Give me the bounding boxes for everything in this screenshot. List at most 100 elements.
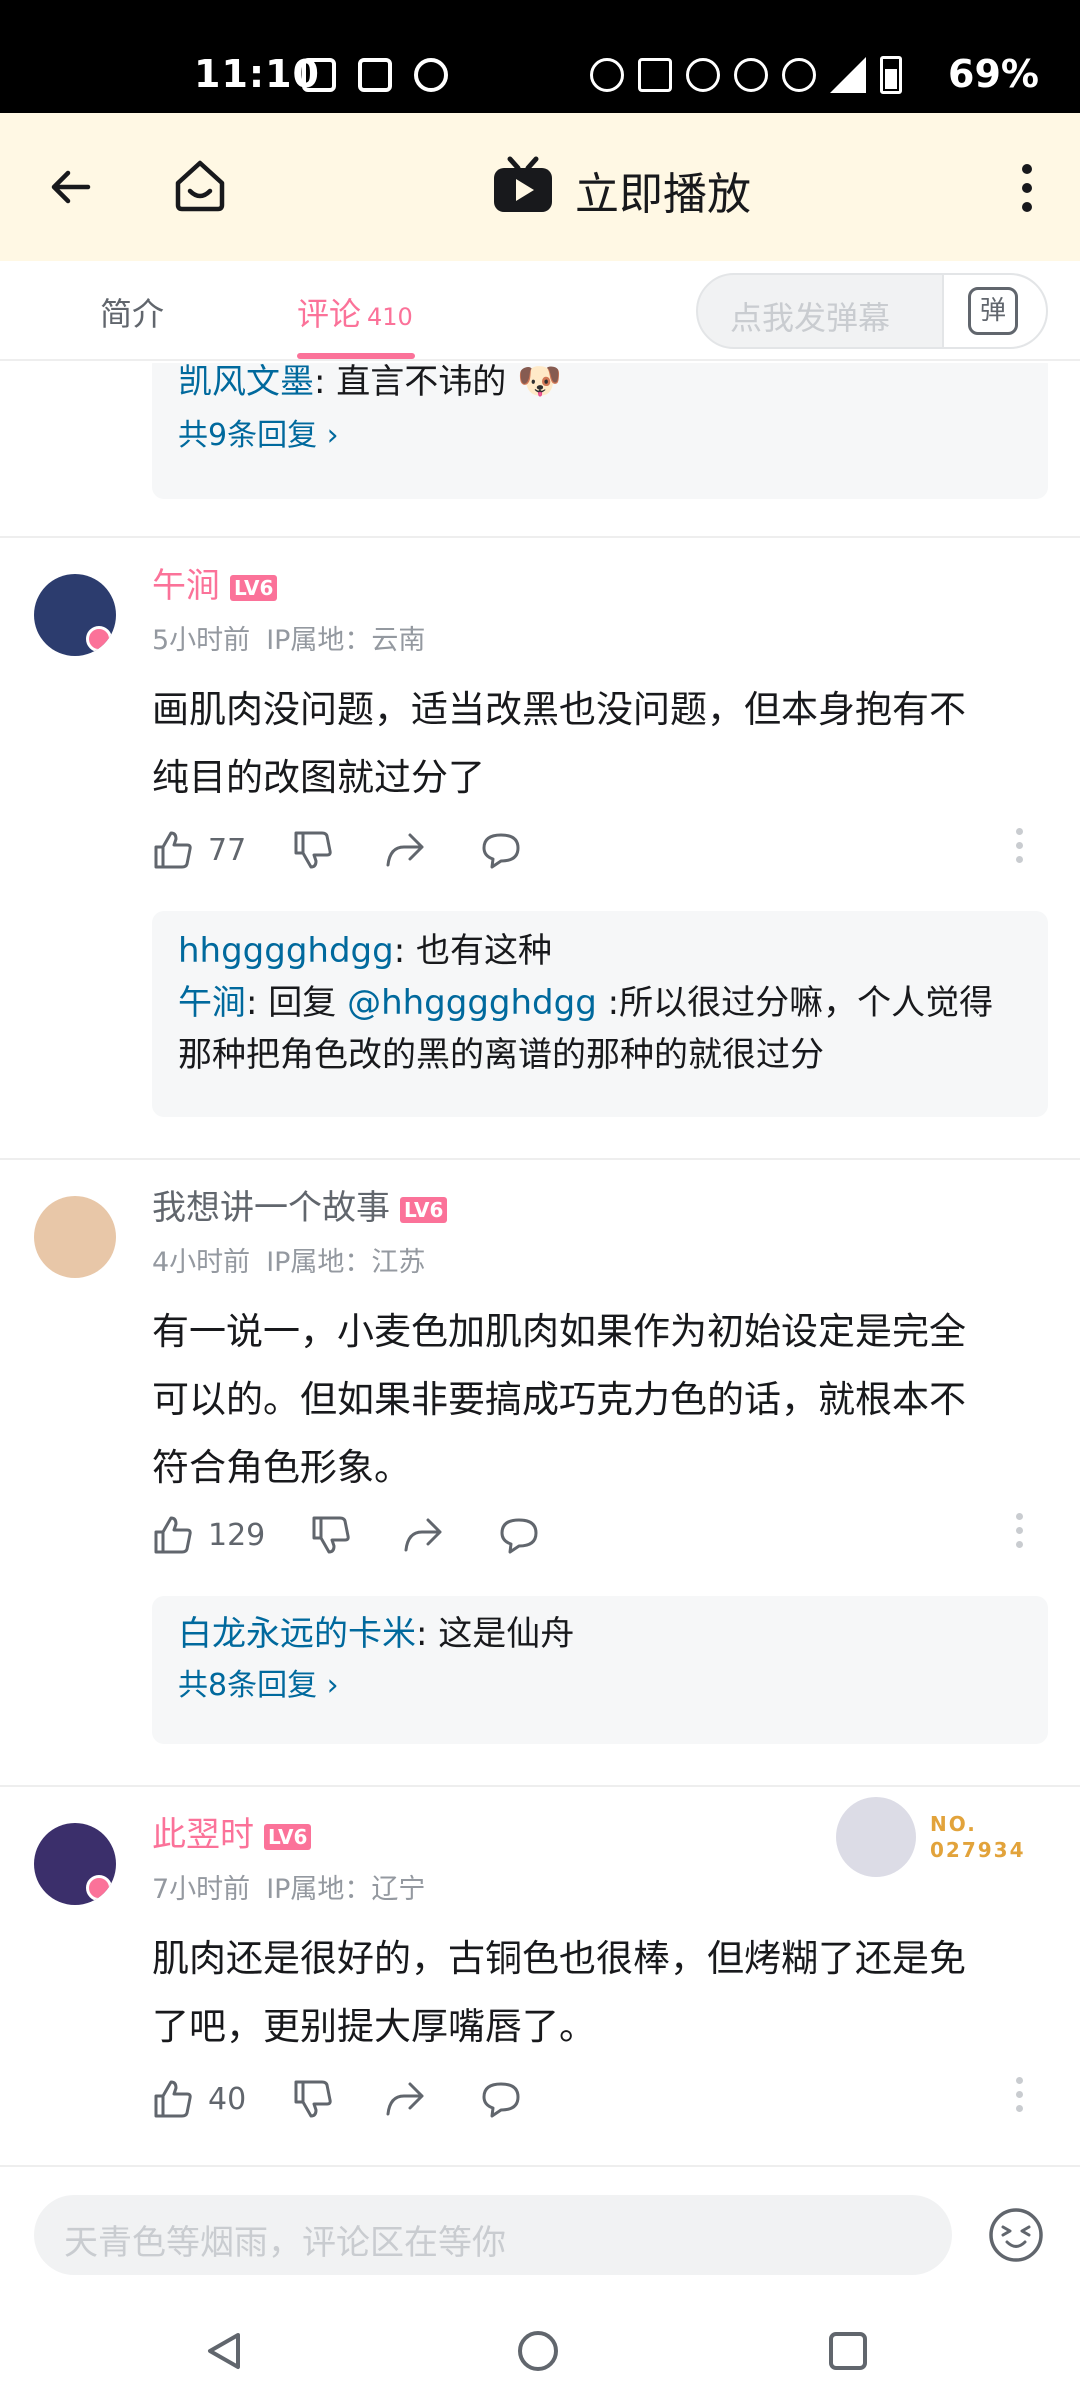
vip-badge-icon: [86, 1875, 112, 1901]
top-app-bar: 立即播放: [0, 113, 1080, 261]
comment-more-icon[interactable]: [1014, 1513, 1024, 1553]
comment-list[interactable]: 凯风文墨: 直言不讳的 🐶 共9条回复 › 午涧 LV6 5小时前 IP属地：云南 …: [0, 363, 1080, 2165]
cell-signal-icon: [830, 57, 866, 93]
reply-preview[interactable]: hhgggghdgg: 也有这种 午涧: 回复 @hhgggghdgg :所以很…: [152, 911, 1048, 1117]
comment-username[interactable]: 我想讲一个故事 LV6: [152, 1180, 448, 1229]
share-icon: [386, 2082, 424, 2116]
avatar[interactable]: [34, 1823, 116, 1905]
danmaku-input[interactable]: 点我发弹幕 弹: [696, 273, 1048, 349]
home-icon[interactable]: [170, 155, 230, 215]
tab-comments-label: 评论: [297, 295, 362, 333]
reply-username[interactable]: hhgggghdgg: [178, 931, 394, 971]
thumbs-up-icon: [154, 1516, 192, 1554]
comment-username[interactable]: 此翌时 LV6: [152, 1807, 312, 1856]
mention-link[interactable]: @hhgggghdgg: [347, 983, 597, 1023]
comment-more-icon[interactable]: [1014, 828, 1024, 868]
comment-text: 有一说一，小麦色加肌肉如果作为初始设定是完全 可以的。但如果非要搞成巧克力色的话…: [152, 1310, 966, 1489]
more-vertical-icon[interactable]: [1020, 163, 1034, 213]
danmaku-placeholder: 点我发弹幕: [730, 299, 891, 337]
view-more-replies[interactable]: 共9条回复 ›: [178, 411, 1022, 461]
comment-actions: 40: [152, 2077, 1052, 2121]
tab-comments[interactable]: 评论 410: [297, 289, 413, 335]
comment-item: 我想讲一个故事 LV6 4小时前 IP属地：江苏 有一说一，小麦色加肌肉如果作为初始…: [0, 1160, 1080, 1816]
reply-text: : 也有这种: [393, 931, 552, 971]
system-nav-bar: [0, 2301, 1080, 2400]
comment-composer: 天青色等烟雨，评论区在等你: [0, 2165, 1080, 2301]
like-button[interactable]: 129: [152, 1513, 265, 1557]
dislike-button[interactable]: [292, 828, 334, 872]
comment-more-icon[interactable]: [1014, 2077, 1024, 2117]
nav-home-icon[interactable]: [516, 2329, 560, 2373]
comment-actions: 77: [152, 828, 1052, 872]
app-notification-icon: [358, 58, 392, 92]
battery-icon: [880, 56, 902, 94]
like-button[interactable]: 77: [152, 828, 246, 872]
reply-username[interactable]: 午涧: [178, 983, 246, 1023]
active-tab-indicator: [297, 353, 415, 359]
level-badge: LV6: [400, 1196, 448, 1223]
reply-text: : 这是仙舟: [416, 1614, 575, 1654]
comment-ip: IP属地：云南: [266, 625, 426, 656]
reply-preview[interactable]: 白龙永远的卡米: 这是仙舟 共8条回复 ›: [152, 1596, 1048, 1744]
reply-button[interactable]: [498, 1513, 540, 1557]
comment-item: 此翌时 LV6 7小时前 IP属地：辽宁 NO. 027934 肌肉还是很好的，古铜…: [0, 1787, 1080, 2165]
comment-time: 5小时前: [152, 625, 251, 656]
dislike-button[interactable]: [310, 1513, 352, 1557]
comment-text: 画肌肉没问题，适当改黑也没问题，但本身抱有不 纯目的改图就过分了: [152, 688, 966, 799]
like-count: 40: [208, 2081, 247, 2117]
thumbs-up-icon: [154, 831, 192, 869]
like-button[interactable]: 40: [152, 2077, 246, 2121]
comment-ip: IP属地：江苏: [266, 1247, 426, 1278]
comment-meta: 5小时前 IP属地：云南: [152, 618, 441, 657]
comment-item: 午涧 LV6 5小时前 IP属地：云南 画肌肉没问题，适当改黑也没问题，但本身抱有不…: [0, 538, 1080, 1122]
comment-meta: 4小时前 IP属地：江苏: [152, 1240, 441, 1279]
danmaku-toggle-button[interactable]: 弹: [942, 275, 1046, 347]
gallery-notification-icon: [302, 58, 336, 92]
battery-percent: 69%: [948, 52, 1039, 96]
thumbs-up-icon: [154, 2080, 192, 2118]
comment-bubble-icon: [482, 833, 520, 869]
reply-username[interactable]: 白龙永远的卡米: [178, 1614, 416, 1654]
avatar[interactable]: [34, 574, 116, 656]
status-bar: 11:10 69%: [0, 0, 1080, 113]
reply-preview[interactable]: 凯风文墨: 直言不讳的 🐶 共9条回复 ›: [152, 363, 1048, 499]
share-button[interactable]: [384, 828, 426, 872]
comment-input[interactable]: 天青色等烟雨，评论区在等你: [34, 2195, 952, 2275]
play-now-label[interactable]: 立即播放: [575, 158, 751, 222]
alarm-icon: [590, 58, 624, 92]
level-badge: LV6: [264, 1823, 312, 1850]
fan-badge-avatar[interactable]: [836, 1797, 916, 1877]
share-icon: [386, 833, 424, 867]
wifi-icon: [734, 58, 768, 92]
doge-emoji-icon: 🐶: [517, 363, 562, 402]
volte-icon: [782, 58, 816, 92]
view-more-replies[interactable]: 共8条回复 ›: [178, 1660, 1022, 1712]
back-arrow-icon[interactable]: [48, 163, 96, 211]
emoji-icon[interactable]: [988, 2207, 1044, 2263]
like-count: 77: [208, 832, 247, 868]
tab-bar: 简介 评论 410 点我发弹幕 弹: [0, 261, 1080, 361]
reply-button[interactable]: [480, 828, 522, 872]
share-button[interactable]: [402, 1513, 444, 1557]
tv-play-icon[interactable]: [492, 155, 554, 215]
nav-recents-icon[interactable]: [826, 2329, 870, 2373]
nav-back-icon[interactable]: [202, 2329, 246, 2373]
tab-intro[interactable]: 简介: [100, 289, 164, 335]
like-count: 129: [208, 1517, 266, 1553]
thumbs-down-icon: [294, 831, 332, 869]
comment-username[interactable]: 午涧 LV6: [152, 558, 278, 607]
avatar[interactable]: [34, 1196, 116, 1278]
reply-button[interactable]: [480, 2077, 522, 2121]
signal-4g-icon: [686, 58, 720, 92]
netease-notification-icon: [414, 58, 448, 92]
comment-ip: IP属地：辽宁: [266, 1874, 426, 1905]
reply-username[interactable]: 凯风文墨: [178, 363, 314, 402]
comment-text: 肌肉还是很好的，古铜色也很棒，但烤糊了还是免 了吧，更别提大厚嘴唇了。: [152, 1937, 966, 2048]
comment-time: 4小时前: [152, 1247, 251, 1278]
tab-comments-count: 410: [367, 303, 413, 331]
share-icon: [404, 1518, 442, 1552]
thumbs-down-icon: [294, 2080, 332, 2118]
dislike-button[interactable]: [292, 2077, 334, 2121]
share-button[interactable]: [384, 2077, 426, 2121]
auto-icon: [638, 58, 672, 92]
